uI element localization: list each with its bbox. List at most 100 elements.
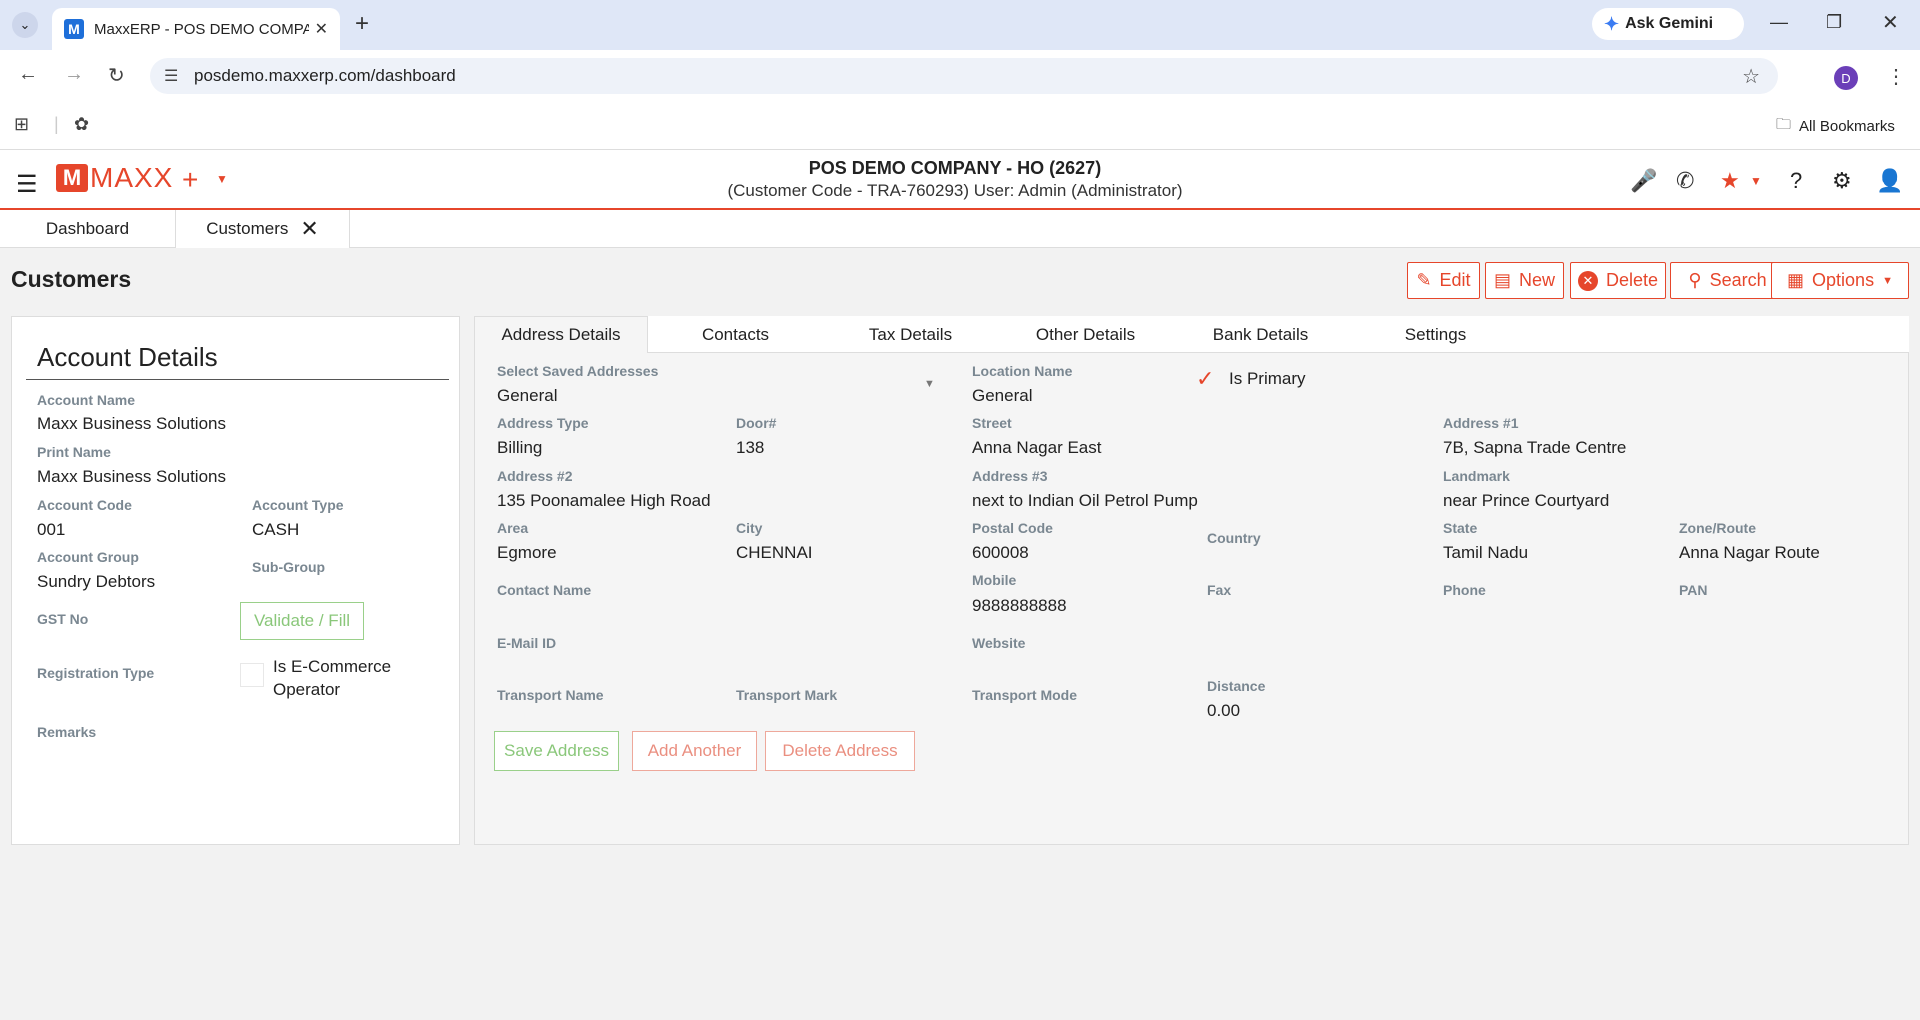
- url-text: posdemo.maxxerp.com/dashboard: [194, 66, 456, 85]
- tab-tax-details[interactable]: Tax Details: [823, 316, 998, 353]
- state-value[interactable]: Tamil Nadu: [1443, 543, 1528, 563]
- forward-arrow-icon[interactable]: →: [64, 63, 84, 86]
- account-name-value[interactable]: Maxx Business Solutions: [37, 414, 226, 434]
- area-value[interactable]: Egmore: [497, 543, 557, 563]
- maxx-logo[interactable]: M MAXX: [56, 162, 173, 194]
- new-tab-button[interactable]: +: [355, 10, 369, 38]
- landmark-label: Landmark: [1443, 468, 1510, 484]
- mobile-label: Mobile: [972, 572, 1017, 588]
- address2-value[interactable]: 135 Poonamalee High Road: [497, 491, 711, 511]
- browser-tab-title: MaxxERP - POS DEMO COMPAN: [94, 20, 309, 38]
- door-value[interactable]: 138: [736, 438, 764, 458]
- transport-name-label: Transport Name: [497, 687, 604, 703]
- minimize-icon[interactable]: —: [1770, 12, 1788, 33]
- edit-button[interactable]: ✎ Edit: [1407, 262, 1480, 299]
- location-name-value[interactable]: General: [972, 386, 1032, 406]
- address1-value[interactable]: 7B, Sapna Trade Centre: [1443, 438, 1626, 458]
- page-tab-dashboard[interactable]: Dashboard: [0, 210, 176, 248]
- account-code-value[interactable]: 001: [37, 520, 65, 540]
- delete-address-button[interactable]: Delete Address: [765, 731, 915, 771]
- bookmarks-divider: |: [54, 114, 59, 134]
- landmark-value[interactable]: near Prince Courtyard: [1443, 491, 1609, 511]
- registration-type-label: Registration Type: [37, 665, 155, 681]
- sub-group-label: Sub-Group: [252, 559, 326, 575]
- address3-value[interactable]: next to Indian Oil Petrol Pump: [972, 491, 1198, 511]
- saved-addresses-select[interactable]: General: [497, 386, 557, 406]
- favorites-caret-icon[interactable]: ▼: [1750, 174, 1762, 188]
- tab-close-icon[interactable]: ✕: [315, 19, 328, 39]
- contact-name-label: Contact Name: [497, 582, 592, 598]
- favorites-star-icon[interactable]: ★: [1720, 168, 1740, 194]
- ask-gemini-button[interactable]: ✦ Ask Gemini: [1592, 8, 1744, 40]
- is-primary-label: Is Primary: [1229, 369, 1306, 388]
- account-type-value[interactable]: CASH: [252, 520, 299, 540]
- save-address-button[interactable]: Save Address: [494, 731, 619, 771]
- url-bar[interactable]: ☰ posdemo.maxxerp.com/dashboard ☆: [150, 58, 1778, 94]
- user-icon[interactable]: 👤: [1876, 168, 1903, 194]
- new-button[interactable]: ▤ New: [1485, 262, 1564, 299]
- validate-fill-button[interactable]: Validate / Fill: [240, 602, 364, 640]
- transport-mode-label: Transport Mode: [972, 687, 1078, 703]
- tab-bank-details[interactable]: Bank Details: [1173, 316, 1348, 353]
- tab-search-chevron-icon[interactable]: ⌄: [12, 12, 38, 38]
- tab-contacts[interactable]: Contacts: [648, 316, 823, 353]
- account-title-underline: [26, 379, 449, 380]
- add-another-button[interactable]: Add Another: [632, 731, 757, 771]
- mobile-value[interactable]: 9888888888: [972, 596, 1067, 616]
- browser-tab[interactable]: M MaxxERP - POS DEMO COMPAN ✕: [52, 8, 340, 50]
- account-details-title: Account Details: [37, 342, 218, 372]
- address-type-value[interactable]: Billing: [497, 438, 542, 458]
- phone-label: Phone: [1443, 582, 1486, 598]
- distance-value[interactable]: 0.00: [1207, 701, 1240, 721]
- tab-settings[interactable]: Settings: [1348, 316, 1523, 353]
- add-caret-icon[interactable]: ▼: [216, 172, 228, 186]
- search-button[interactable]: ⚲ Search: [1670, 262, 1785, 299]
- all-bookmarks-button[interactable]: 🗀 All Bookmarks: [1776, 114, 1895, 139]
- help-icon[interactable]: ?: [1790, 168, 1802, 194]
- add-plus-icon[interactable]: +: [182, 164, 198, 196]
- reload-icon[interactable]: ↻: [108, 63, 125, 88]
- hamburger-menu-icon[interactable]: ☰: [16, 170, 38, 199]
- ecommerce-operator-checkbox[interactable]: [240, 663, 264, 687]
- street-value[interactable]: Anna Nagar East: [972, 438, 1101, 458]
- whatsapp-icon[interactable]: ✆: [1676, 168, 1694, 194]
- apps-grid-icon[interactable]: ⊞: [14, 114, 29, 135]
- saved-addresses-caret-icon[interactable]: ▼: [924, 378, 935, 390]
- website-label: Website: [972, 635, 1026, 651]
- bookmarks-bar: [0, 100, 1920, 150]
- bookmark-star-icon[interactable]: ☆: [1742, 64, 1760, 89]
- delete-button[interactable]: ✕ Delete: [1570, 262, 1666, 299]
- city-value[interactable]: CHENNAI: [736, 543, 813, 563]
- saved-addresses-label: Select Saved Addresses: [497, 363, 659, 379]
- account-type-label: Account Type: [252, 497, 344, 513]
- tab-other-details[interactable]: Other Details: [998, 316, 1173, 353]
- zone-route-value[interactable]: Anna Nagar Route: [1679, 543, 1820, 563]
- address3-label: Address #3: [972, 468, 1048, 484]
- is-primary-check-icon[interactable]: ✓: [1196, 366, 1214, 392]
- delete-x-circle-icon: ✕: [1577, 270, 1598, 291]
- window-close-icon[interactable]: ✕: [1882, 10, 1899, 35]
- address1-label: Address #1: [1443, 415, 1519, 431]
- new-label: New: [1519, 270, 1556, 290]
- microphone-icon[interactable]: 🎤: [1630, 168, 1657, 194]
- maxx-favicon-icon: M: [64, 19, 84, 39]
- page-tab-customers[interactable]: Customers ✕: [176, 210, 350, 248]
- options-button[interactable]: ▦ Options ▼: [1771, 262, 1909, 299]
- page-title: Customers: [11, 266, 132, 292]
- account-group-value[interactable]: Sundry Debtors: [37, 572, 155, 592]
- restore-icon[interactable]: ❐: [1826, 12, 1842, 33]
- browser-menu-icon[interactable]: ⋮: [1886, 64, 1906, 89]
- back-arrow-icon[interactable]: ←: [18, 63, 38, 86]
- ecommerce-label-line1: Is E-Commerce: [273, 657, 392, 676]
- folder-icon: 🗀: [1776, 116, 1792, 133]
- settings-gear-icon[interactable]: ⚙: [1832, 168, 1852, 194]
- print-name-value[interactable]: Maxx Business Solutions: [37, 467, 226, 487]
- close-tab-icon[interactable]: ✕: [300, 216, 318, 242]
- profile-avatar[interactable]: D: [1834, 66, 1858, 90]
- chatgpt-bookmark-icon[interactable]: ✿: [74, 114, 89, 135]
- postal-code-value[interactable]: 600008: [972, 543, 1029, 563]
- tab-address-details[interactable]: Address Details: [474, 316, 648, 353]
- delete-label: Delete: [1605, 270, 1659, 290]
- address-type-label: Address Type: [497, 415, 589, 431]
- site-settings-icon[interactable]: ☰: [164, 66, 178, 86]
